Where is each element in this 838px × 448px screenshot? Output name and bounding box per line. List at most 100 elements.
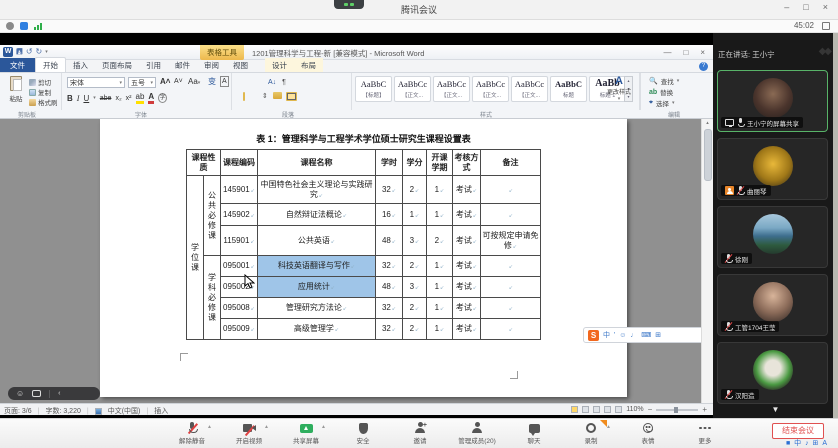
scroll-down-arrow-icon[interactable]: ▼ xyxy=(713,405,838,414)
tab-home[interactable]: 开始 xyxy=(35,57,66,72)
zoom-in-icon[interactable]: + xyxy=(702,406,707,413)
emoji-icon[interactable]: ☺ xyxy=(16,387,24,400)
participant-tile[interactable]: 工管1704王莹 xyxy=(717,274,828,336)
tab-review[interactable]: 审阅 xyxy=(197,58,226,72)
select-button[interactable]: ⌖选择▾ xyxy=(649,98,674,108)
decrease-indent-icon[interactable] xyxy=(255,78,257,87)
start-video-button[interactable]: 开启视频▲ xyxy=(227,421,271,445)
security-button[interactable]: 安全 xyxy=(341,421,385,445)
unmute-button[interactable]: 解除静音▲ xyxy=(170,421,214,445)
subscript-icon[interactable]: x₂ xyxy=(115,93,121,104)
tab-mailings[interactable]: 邮件 xyxy=(168,58,197,72)
style-item[interactable]: AaBbC【标题】 xyxy=(355,76,392,102)
web-layout-view-icon[interactable] xyxy=(593,406,600,413)
share-screen-button[interactable]: 共享屏幕▲ xyxy=(284,421,328,445)
numbering-icon[interactable] xyxy=(243,78,245,87)
tab-view[interactable]: 视图 xyxy=(226,58,255,72)
italic-icon[interactable]: I xyxy=(77,93,80,104)
scroll-up-icon[interactable]: ▴ xyxy=(702,119,713,128)
word-restore-icon[interactable]: □ xyxy=(683,48,688,57)
find-button[interactable]: 🔍查找▾ xyxy=(649,76,679,86)
insert-mode-indicator[interactable]: 插入 xyxy=(154,406,168,416)
replace-button[interactable]: ab替换 xyxy=(649,87,673,97)
sort-icon[interactable]: A↓ xyxy=(267,78,277,87)
participant-tile[interactable]: 王小宁的屏幕共享 xyxy=(717,70,828,132)
print-layout-view-icon[interactable] xyxy=(571,406,578,413)
align-left-icon[interactable] xyxy=(237,92,239,101)
bold-icon[interactable]: B xyxy=(67,93,73,104)
style-item[interactable]: AaBbC标题 xyxy=(550,76,587,102)
style-item[interactable]: AaBbCc【正文... xyxy=(433,76,470,102)
sidebar-scrollbar[interactable] xyxy=(833,33,838,418)
increase-indent-icon[interactable] xyxy=(261,78,263,87)
pilcrow-icon[interactable]: ¶ xyxy=(281,78,287,87)
collapse-icon[interactable]: ‹ xyxy=(58,387,60,400)
bullets-icon[interactable] xyxy=(237,78,239,87)
shading-icon[interactable] xyxy=(273,92,282,99)
change-styles-button[interactable]: A 更改样式▾ xyxy=(605,75,633,102)
manage-members-button[interactable]: 管理成员(20) xyxy=(455,421,499,445)
scrollbar-thumb[interactable] xyxy=(704,129,712,181)
enclose-characters-icon[interactable]: 字 xyxy=(158,93,167,103)
shrink-font-icon[interactable]: A˅ xyxy=(174,76,183,87)
font-color-icon[interactable]: A xyxy=(148,93,154,104)
document-page[interactable]: 表 1：管理科学与工程学术学位硕士研究生课程设置表 课程性质 课程编码 课程名称… xyxy=(100,119,627,397)
end-meeting-button[interactable]: 结束会议 xyxy=(772,423,824,439)
zoom-out-icon[interactable]: − xyxy=(648,406,653,413)
font-name-combobox[interactable]: 宋体▾ xyxy=(67,77,125,88)
redo-icon[interactable]: ↻ xyxy=(36,47,43,57)
zoom-level[interactable]: 110% xyxy=(626,406,643,413)
superscript-icon[interactable]: x² xyxy=(126,93,132,104)
info-icon[interactable] xyxy=(6,22,14,30)
participant-tile[interactable]: 汉阳造 xyxy=(717,342,828,404)
strikethrough-icon[interactable]: abe xyxy=(100,93,112,104)
grow-font-icon[interactable]: A˄ xyxy=(160,76,170,87)
chat-bubble-icon[interactable] xyxy=(32,390,41,397)
chat-button[interactable]: 聊天 xyxy=(512,421,556,445)
audio-device-icon[interactable] xyxy=(20,22,28,30)
tab-page-layout[interactable]: 页面布局 xyxy=(95,58,139,72)
participant-tile[interactable]: 徐刚 xyxy=(717,206,828,268)
zoom-slider-thumb[interactable] xyxy=(674,407,678,413)
spellcheck-icon[interactable] xyxy=(95,408,102,415)
tab-file[interactable]: 文件 xyxy=(0,58,35,72)
paste-button[interactable]: 粘贴 xyxy=(5,76,27,106)
outline-view-icon[interactable] xyxy=(604,406,611,413)
reactions-button[interactable]: 表情 xyxy=(626,421,670,445)
save-icon[interactable]: 🖪 xyxy=(16,47,23,57)
fullscreen-icon[interactable] xyxy=(822,22,830,30)
sogou-logo-icon[interactable]: S xyxy=(588,330,599,341)
chevron-up-icon[interactable]: ▲ xyxy=(264,424,269,430)
copy-button[interactable]: 复制 xyxy=(29,87,51,97)
chevron-up-icon[interactable]: ▲ xyxy=(606,424,611,430)
quick-reaction-pill[interactable]: ☺ ‹ xyxy=(8,387,100,400)
undo-icon[interactable]: ↺ xyxy=(26,47,33,57)
format-painter-button[interactable]: 格式刷 xyxy=(29,97,58,107)
line-spacing-icon[interactable]: ⇕ xyxy=(261,92,269,101)
word-minimize-icon[interactable]: — xyxy=(663,48,671,57)
record-button[interactable]: 录制▲ xyxy=(569,421,613,445)
tab-insert[interactable]: 插入 xyxy=(66,58,95,72)
align-center-icon[interactable] xyxy=(243,92,245,101)
sogou-input-bar[interactable]: S 中 ' ☺ ♩ ⌨ ⊞ xyxy=(583,327,707,343)
cut-button[interactable]: 剪切 xyxy=(29,77,51,87)
qat-dropdown-icon[interactable]: ▾ xyxy=(45,49,48,55)
word-count[interactable]: 字数: 3,220 xyxy=(45,406,80,416)
close-icon[interactable]: × xyxy=(823,2,828,12)
language-indicator[interactable]: 中文(中国) xyxy=(108,406,141,416)
character-border-icon[interactable]: A xyxy=(220,76,229,87)
system-tray-icons[interactable]: ■ 中 ♪ ⊞ A xyxy=(786,438,828,448)
invite-button[interactable]: + 邀请 xyxy=(398,421,442,445)
borders-icon[interactable] xyxy=(286,92,297,101)
align-right-icon[interactable] xyxy=(249,92,251,101)
draft-view-icon[interactable] xyxy=(615,406,622,413)
word-logo-icon[interactable]: W xyxy=(3,47,13,57)
phonetic-guide-icon[interactable]: 变 xyxy=(208,76,216,87)
chevron-up-icon[interactable]: ▲ xyxy=(207,424,212,430)
help-icon[interactable]: ? xyxy=(699,62,708,71)
zoom-slider[interactable] xyxy=(656,409,698,411)
tab-references[interactable]: 引用 xyxy=(139,58,168,72)
fullscreen-reading-view-icon[interactable] xyxy=(582,406,589,413)
style-item[interactable]: AaBbCc【正文... xyxy=(472,76,509,102)
word-vertical-scrollbar[interactable]: ▴ xyxy=(701,119,713,403)
